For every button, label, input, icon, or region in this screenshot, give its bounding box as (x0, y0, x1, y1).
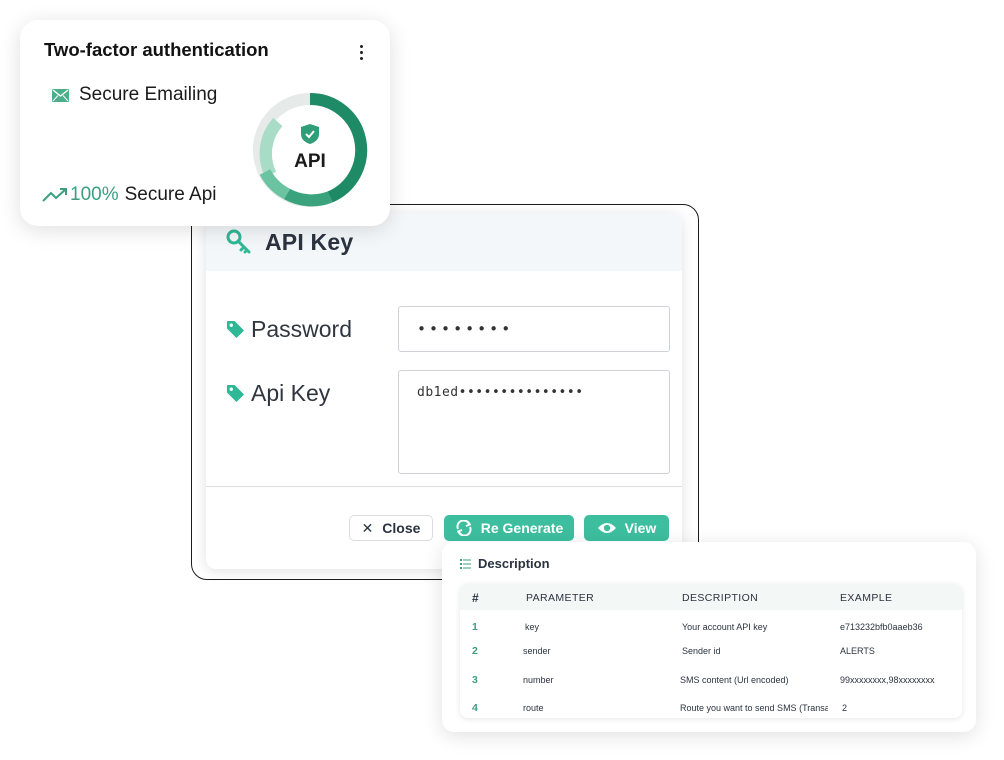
column-header-num: # (472, 591, 480, 605)
mail-icon (52, 88, 69, 102)
secure-email-label: Secure Emailing (79, 84, 218, 105)
row-description: Route you want to send SMS (Transa (680, 703, 828, 713)
row-example: ALERTS (840, 646, 875, 656)
row-num: 1 (472, 621, 478, 633)
parameters-table: # PARAMETER DESCRIPTION EXAMPLE 1 key Yo… (460, 584, 962, 718)
password-input[interactable]: •••••••• (398, 306, 670, 352)
column-header-parameter: PARAMETER (526, 592, 595, 604)
row-parameter: key (525, 622, 540, 632)
donut-segment-light (259, 117, 283, 178)
modal-divider (206, 486, 682, 487)
tag-icon (226, 320, 245, 339)
refresh-icon (456, 520, 472, 536)
row-description: Your account API key (682, 622, 768, 632)
secure-api-item: 100% Secure Api (42, 184, 217, 206)
regenerate-button-label: Re Generate (480, 520, 564, 536)
secure-api-label: Secure Api (124, 184, 217, 205)
description-card: Description # PARAMETER DESCRIPTION EXAM… (442, 542, 976, 732)
donut-segment-green (284, 188, 333, 207)
modal-title: API Key (265, 228, 354, 255)
row-parameter: number (523, 675, 554, 685)
donut-segment-dark (309, 92, 368, 203)
view-button-label: View (624, 520, 657, 536)
donut-label: API (294, 151, 326, 172)
column-header-example: EXAMPLE (840, 592, 893, 604)
two-factor-card: Two-factor authentication Secure Emailin… (20, 20, 390, 226)
row-num: 2 (472, 645, 478, 657)
column-header-description: DESCRIPTION (682, 592, 759, 604)
card-title: Two-factor authentication (44, 39, 269, 60)
api-key-row: Api Key (226, 380, 330, 407)
row-parameter: route (523, 703, 544, 713)
more-options-icon[interactable] (360, 45, 364, 63)
key-icon (226, 229, 251, 254)
row-parameter: sender (523, 646, 551, 656)
description-header: Description (460, 556, 550, 571)
close-icon: ✕ (361, 519, 374, 536)
password-label: Password (251, 316, 352, 342)
eye-icon (597, 523, 616, 533)
shield-check-icon (301, 124, 319, 144)
list-icon (460, 558, 471, 569)
api-key-textarea[interactable]: db1ed••••••••••••••• (398, 370, 670, 474)
close-button[interactable]: ✕ Close (349, 515, 433, 541)
close-button-label: Close (382, 520, 421, 536)
row-example: 99xxxxxxxx,98xxxxxxxx (840, 675, 935, 685)
secure-api-percent: 100% (70, 184, 119, 205)
row-example: e713232bfb0aaeb36 (840, 622, 923, 632)
regenerate-button[interactable]: Re Generate (444, 515, 574, 541)
tag-icon (226, 384, 245, 403)
api-donut-chart: API (253, 92, 368, 207)
row-example: 2 (842, 703, 848, 713)
trending-up-icon (42, 188, 67, 202)
secure-email-item: Secure Emailing (52, 84, 217, 106)
api-key-label: Api Key (251, 380, 331, 406)
api-key-modal: API Key Password •••••••• Api Key db1ed•… (206, 213, 682, 569)
row-num: 3 (472, 674, 478, 686)
table-header: # PARAMETER DESCRIPTION EXAMPLE (460, 584, 962, 610)
row-num: 4 (472, 702, 478, 714)
row-description: Sender id (682, 646, 721, 656)
password-row: Password (226, 316, 352, 343)
description-title: Description (478, 556, 550, 571)
row-description: SMS content (Url encoded) (680, 675, 789, 685)
view-button[interactable]: View (584, 515, 669, 541)
donut-segment-mid (259, 169, 290, 200)
